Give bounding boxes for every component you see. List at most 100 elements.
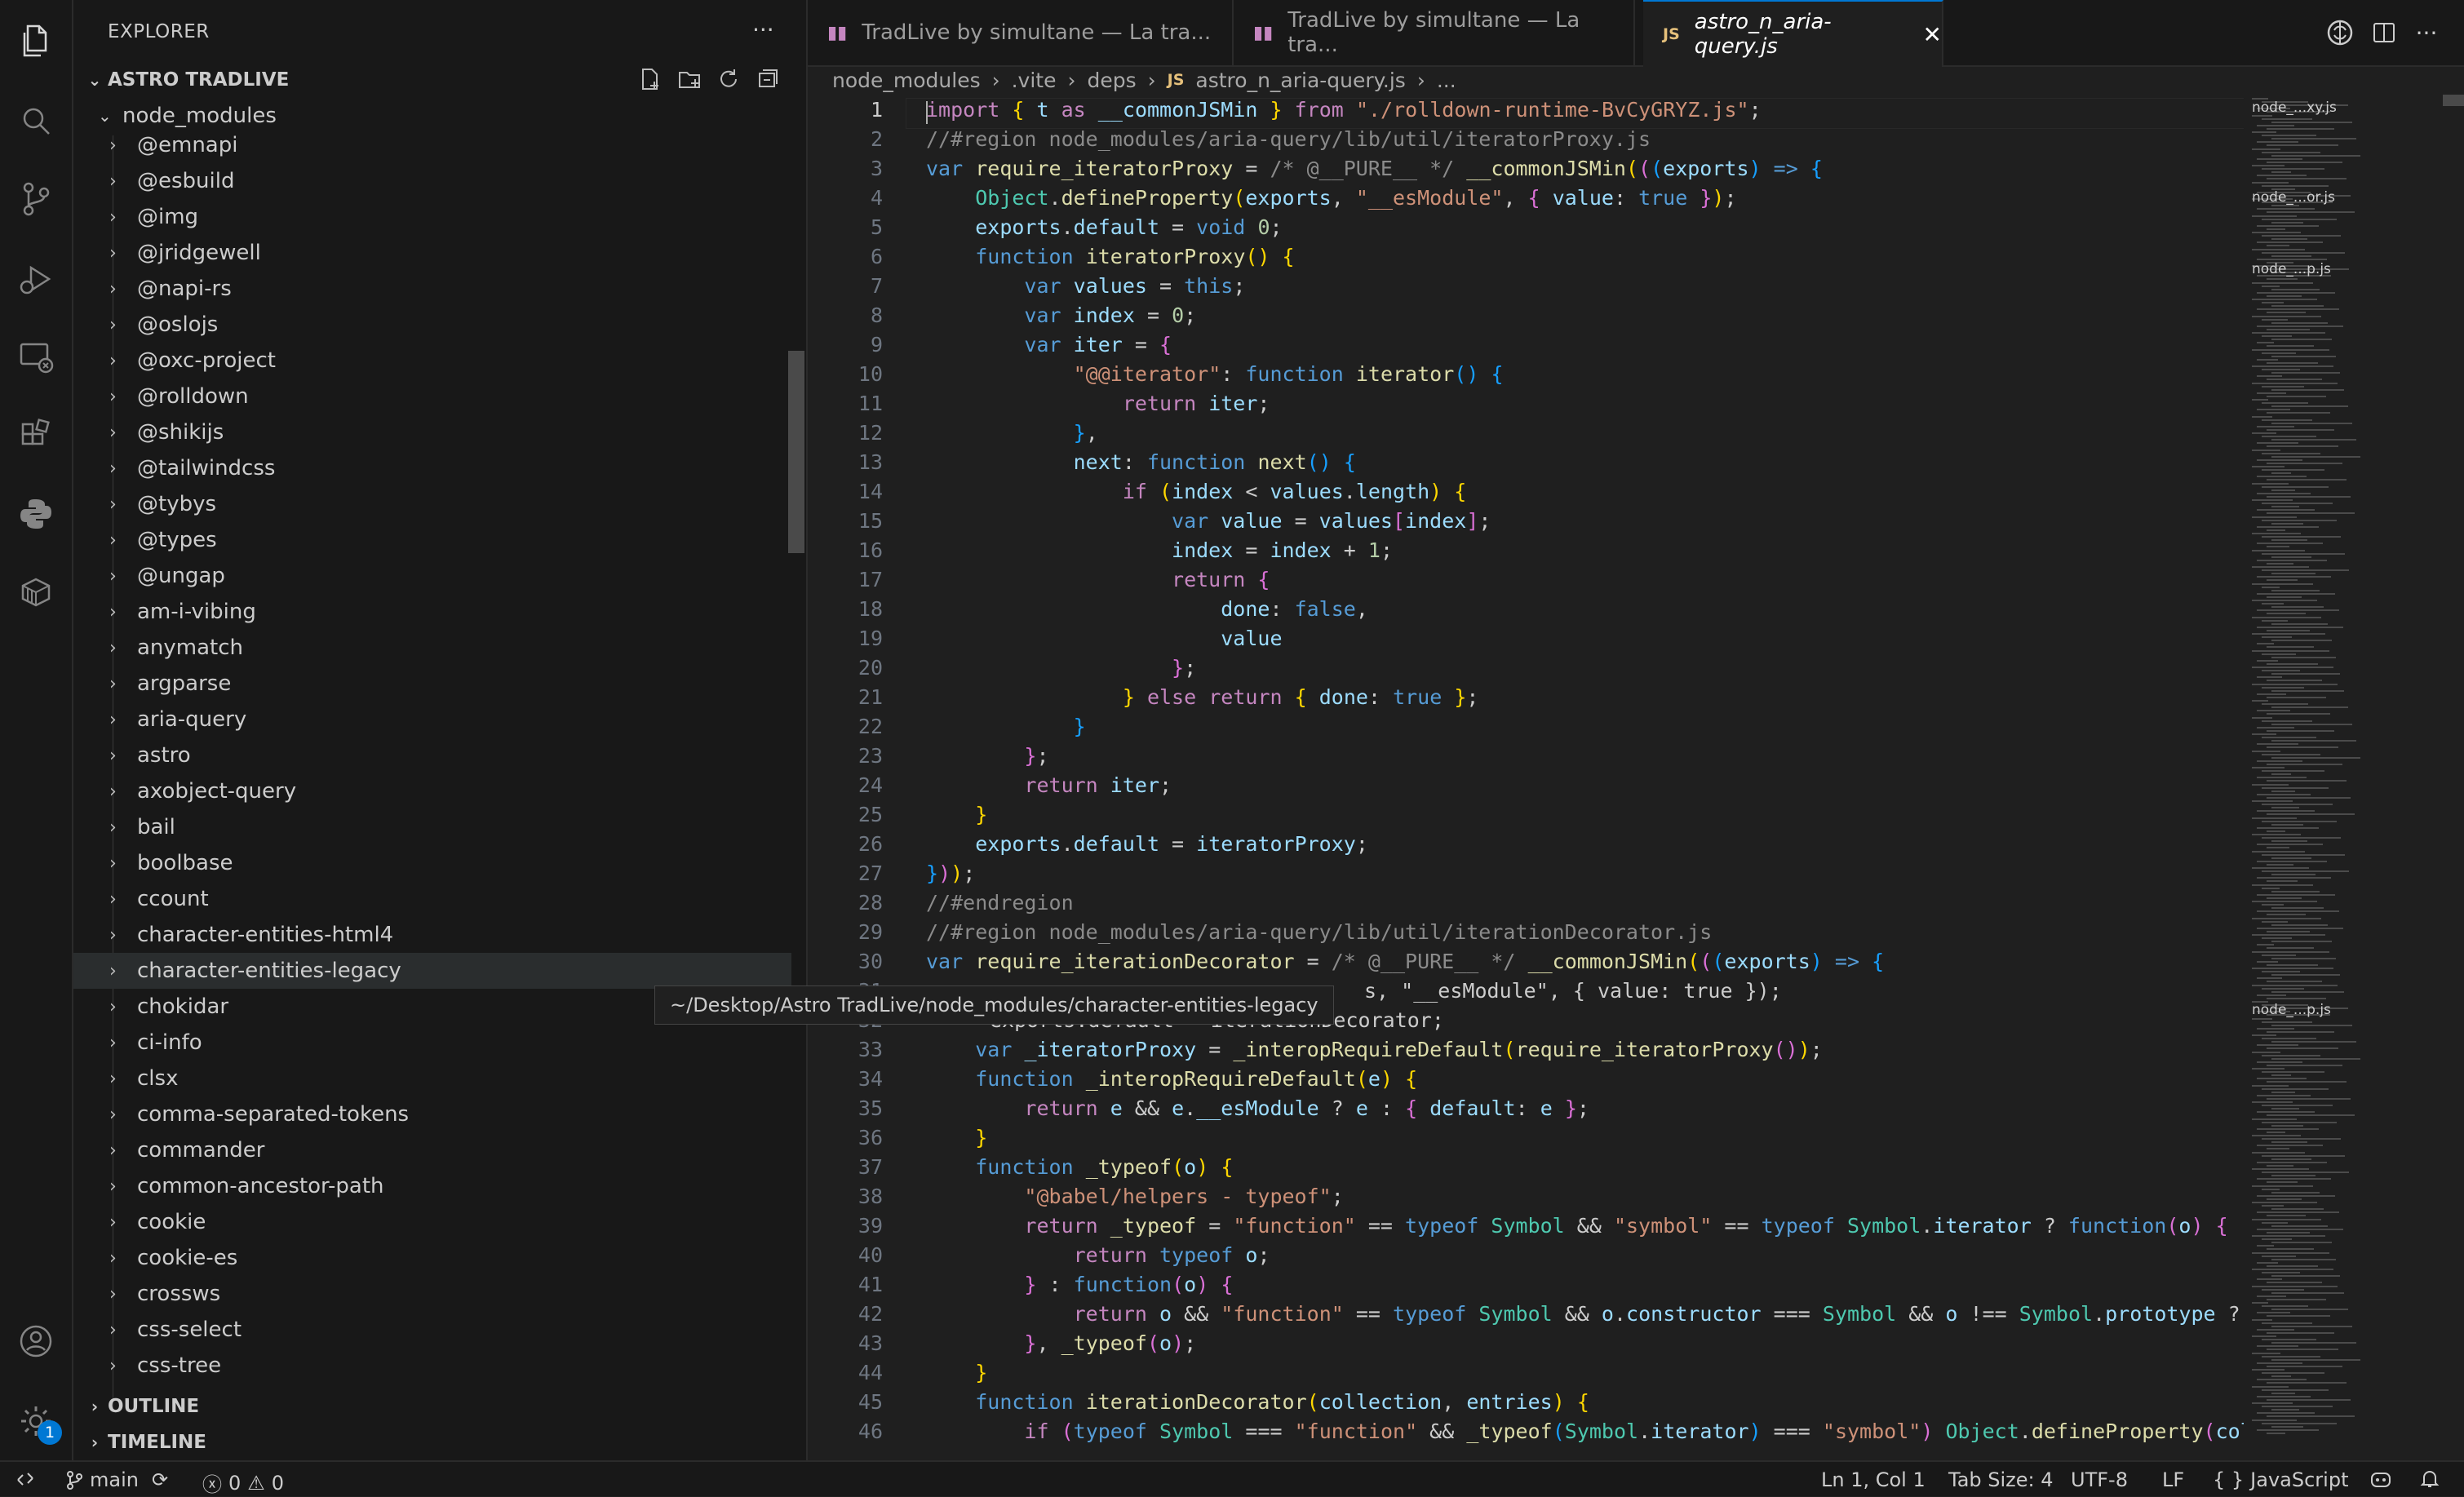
breadcrumb-item[interactable]: node_modules — [832, 69, 981, 92]
minimap-line — [2257, 1228, 2343, 1230]
explorer-icon[interactable] — [13, 18, 59, 64]
tree-folder-item[interactable]: › aria-query — [73, 702, 791, 737]
tree-folder-item[interactable]: › bail — [73, 809, 791, 845]
breadcrumb-item[interactable]: astro_n_aria-query.js — [1195, 69, 1405, 92]
language-mode[interactable]: { } JavaScript — [2213, 1468, 2348, 1491]
tree-folder-item[interactable]: › @img — [73, 199, 791, 235]
code-line-38: "@babel/helpers - typeof"; — [1024, 1185, 1344, 1208]
tree-folder-item[interactable]: › common-ancestor-path — [73, 1168, 791, 1204]
tree-folder-item[interactable]: › ci-info — [73, 1025, 791, 1061]
minimap-line — [2257, 626, 2343, 628]
minimap[interactable]: node_...xy.js node_...or.js node_...p.js… — [2245, 95, 2449, 1460]
tree-folder-item[interactable]: › @tybys — [73, 486, 791, 522]
branch-status[interactable]: main ⟳ — [65, 1468, 168, 1491]
close-icon[interactable]: ✕ — [1923, 21, 1942, 48]
breadcrumb-item[interactable]: ... — [1437, 69, 1456, 92]
collapse-all-icon[interactable] — [754, 65, 782, 93]
extensions-icon[interactable] — [13, 413, 59, 458]
run-debug-icon[interactable] — [13, 256, 59, 302]
python-icon[interactable] — [13, 491, 59, 537]
minimap-line — [2267, 1298, 2326, 1300]
remote-indicator-icon[interactable] — [15, 1468, 36, 1490]
tree-folder-item[interactable]: › character-entities-legacy — [73, 953, 791, 989]
project-section-header[interactable]: ⌄ ASTRO TRADLIVE — [82, 64, 290, 96]
copilot-status-icon[interactable] — [2369, 1468, 2392, 1490]
line-number: 19 — [858, 627, 883, 650]
tree-folder-item[interactable]: › am-i-vibing — [73, 594, 791, 630]
tree-folder-item[interactable]: › boolbase — [73, 845, 791, 881]
tree-folder-item[interactable]: › @oslojs — [73, 307, 791, 343]
notifications-bell-icon[interactable] — [2420, 1468, 2440, 1490]
tree-folder-item[interactable]: › argparse — [73, 666, 791, 702]
minimap-line — [2267, 1164, 2293, 1167]
cursor-position[interactable]: Ln 1, Col 1 — [1821, 1468, 1926, 1491]
tree-folder-item[interactable]: › clsx — [73, 1061, 791, 1096]
breadcrumb-item[interactable]: deps — [1087, 69, 1136, 92]
tree-folder-item[interactable]: › ccount — [73, 881, 791, 917]
tree-folder-item[interactable]: › @oxc-project — [73, 343, 791, 379]
minimap-line — [2257, 726, 2294, 729]
sync-icon[interactable]: ⟳ — [152, 1468, 168, 1491]
end-of-line[interactable]: LF — [2162, 1468, 2184, 1491]
tree-folder-item[interactable]: › @ungap — [73, 558, 791, 594]
tree-folder-item[interactable]: › @tailwindcss — [73, 450, 791, 486]
containers-icon[interactable] — [13, 569, 59, 615]
account-icon[interactable] — [13, 1318, 59, 1364]
tree-folder-item[interactable]: › @emnapi — [73, 127, 791, 163]
encoding[interactable]: UTF-8 — [2071, 1468, 2128, 1491]
minimap-line — [2267, 1382, 2347, 1384]
tree-folder-item[interactable]: › crossws — [73, 1276, 791, 1312]
tab-size[interactable]: Tab Size: 4 — [1948, 1468, 2054, 1491]
problems-status[interactable]: ⓧ 0 ⚠ 0 — [202, 1468, 284, 1497]
sidebar-scrollbar[interactable] — [788, 351, 804, 553]
tree-folder-item[interactable]: › character-entities-html4 — [73, 917, 791, 953]
minimap-line — [2257, 1345, 2298, 1348]
minimap-line — [2267, 713, 2330, 715]
outline-section-header[interactable]: › OUTLINE — [82, 1390, 199, 1423]
more-actions-icon[interactable]: ··· — [752, 16, 774, 43]
search-icon[interactable] — [13, 98, 59, 144]
new-file-icon[interactable] — [636, 65, 664, 93]
tree-folder-item[interactable]: › @jridgewell — [73, 235, 791, 271]
tree-folder-item[interactable]: › axobject-query — [73, 773, 791, 809]
refresh-icon[interactable] — [715, 65, 742, 93]
tab-tradlive-preview-2[interactable]: ▮▮ TradLive by simultane — La tra... — [1234, 0, 1635, 65]
tree-folder-item[interactable]: › commander — [73, 1132, 791, 1168]
remote-explorer-icon[interactable] — [13, 334, 59, 380]
source-control-icon[interactable] — [13, 176, 59, 222]
minimap-line — [2252, 1218, 2321, 1220]
tree-folder-item[interactable]: › css-select — [73, 1312, 791, 1348]
breadcrumb-item[interactable]: .vite — [1012, 69, 1057, 92]
minimap-line — [2257, 576, 2331, 578]
tree-folder-item[interactable]: › anymatch — [73, 630, 791, 666]
tree-folder-item[interactable]: › cookie — [73, 1204, 791, 1240]
tree-folder-item[interactable]: › @rolldown — [73, 379, 791, 414]
copilot-icon[interactable] — [2325, 18, 2355, 47]
tab-tradlive-preview-1[interactable]: ▮▮ TradLive by simultane — La tra... — [808, 0, 1234, 65]
more-actions-icon[interactable]: ··· — [2412, 18, 2441, 47]
code-line-25: } — [975, 803, 988, 826]
minimap-line — [2257, 1061, 2302, 1063]
tree-folder-item[interactable]: › css-tree — [73, 1348, 791, 1384]
tree-folder-item[interactable]: › comma-separated-tokens — [73, 1096, 791, 1132]
tree-folder-item[interactable]: › @types — [73, 522, 791, 558]
minimap-line — [2267, 914, 2306, 916]
tree-folder-item[interactable]: › astro — [73, 737, 791, 773]
tree-folder-item[interactable]: › @napi-rs — [73, 271, 791, 307]
minimap-line — [2252, 1118, 2297, 1120]
tree-folder-item[interactable]: › cookie-es — [73, 1240, 791, 1276]
tab-astro-aria-query[interactable]: JS astro_n_aria-query.js ✕ — [1643, 0, 1943, 67]
timeline-section-header[interactable]: › TIMELINE — [82, 1426, 206, 1459]
minimap-line — [2267, 1415, 2355, 1418]
minimap-line — [2262, 770, 2324, 773]
minimap-line — [2262, 184, 2329, 187]
code-editor[interactable]: 1 2 3 4 5 6 7 8 9 10 11 12 13 14 15 16 17 18 19 20 21 22 23 24 2… — [808, 95, 2244, 1460]
tree-folder-item[interactable]: › @shikijs — [73, 414, 791, 450]
tree-folder-item[interactable]: › @esbuild — [73, 163, 791, 199]
new-folder-icon[interactable] — [676, 65, 703, 93]
split-editor-icon[interactable] — [2369, 18, 2399, 47]
status-bar: main ⟳ ⓧ 0 ⚠ 0 Ln 1, Col 1 Tab Size: 4 U… — [0, 1460, 2464, 1496]
minimap-line — [2271, 807, 2299, 809]
editor-scrollbar[interactable] — [2443, 95, 2464, 106]
minimap-line — [2257, 476, 2307, 478]
